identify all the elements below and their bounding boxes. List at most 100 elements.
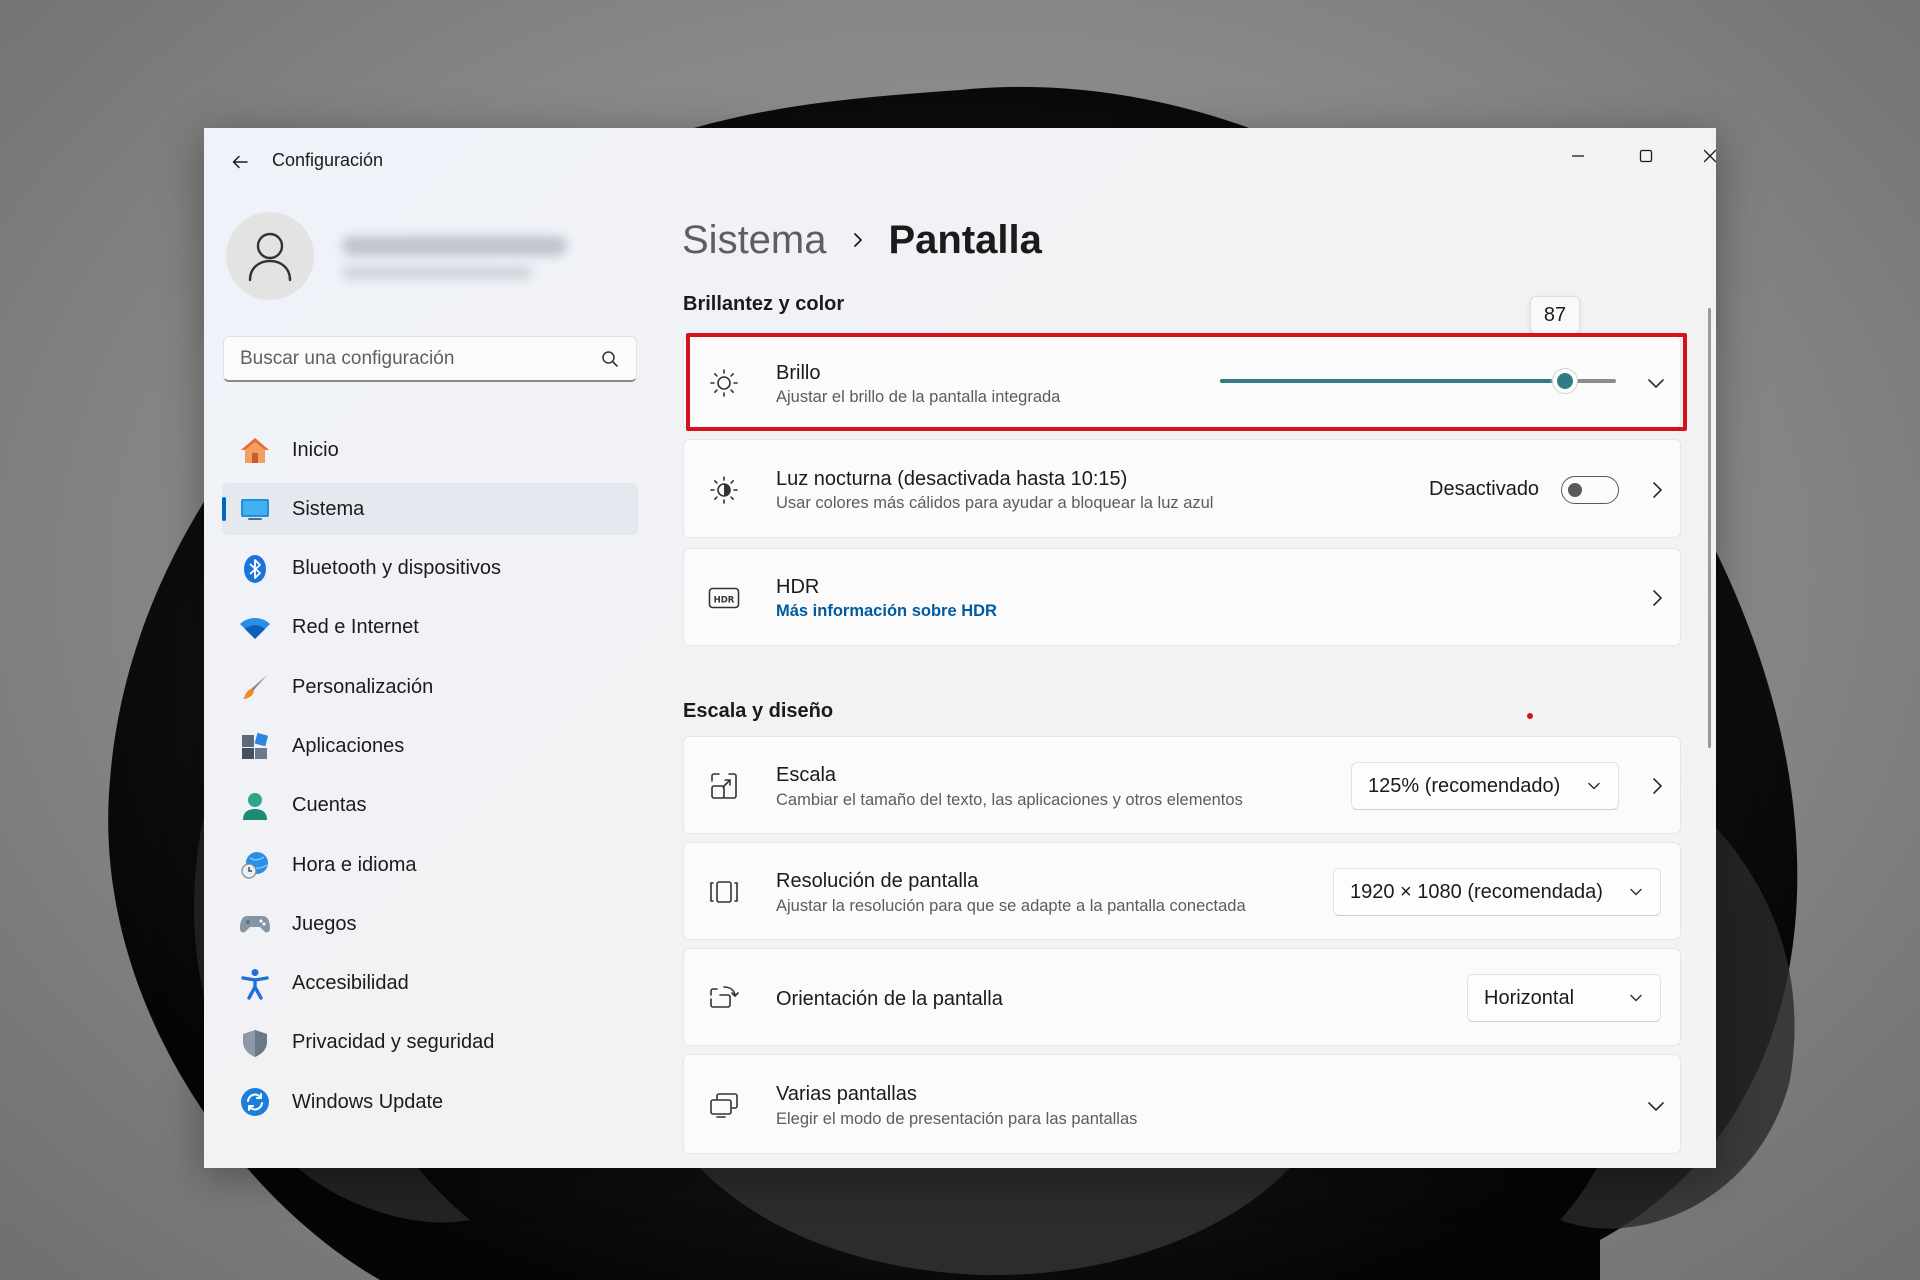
user-name-redacted [342, 236, 567, 256]
multi-display-title: Varias pantallas [776, 1083, 917, 1105]
sidebar-item-sistema[interactable]: Sistema [222, 483, 638, 536]
resolution-dropdown[interactable]: 1920 × 1080 (recomendada) [1333, 868, 1661, 916]
sidebar-item-accesibilidad[interactable]: Accesibilidad [222, 958, 638, 1010]
chevron-down-icon [1626, 882, 1646, 902]
maximize-button[interactable] [1618, 136, 1674, 176]
minimize-icon [1572, 155, 1584, 157]
settings-window: Configuración Inicio [204, 128, 1716, 1168]
home-icon [238, 433, 272, 467]
scale-icon [706, 768, 742, 804]
brightness-subtitle: Ajustar el brillo de la pantalla integra… [776, 388, 1061, 406]
scale-card[interactable]: Escala Cambiar el tamaño del texto, las … [683, 736, 1681, 834]
brush-icon [238, 670, 272, 704]
resolution-card: Resolución de pantalla Ajustar la resolu… [683, 842, 1681, 940]
sidebar-item-bluetooth[interactable]: Bluetooth y dispositivos [222, 543, 638, 595]
slider-value-tooltip: 87 [1530, 296, 1580, 334]
chevron-down-icon [1626, 988, 1646, 1008]
orientation-card: Orientación de la pantalla Horizontal [683, 948, 1681, 1046]
section-title-scale: Escala y diseño [683, 700, 834, 722]
night-light-toggle[interactable] [1561, 476, 1619, 504]
search-box [223, 336, 637, 382]
night-light-icon [706, 472, 742, 508]
multi-display-icon [706, 1087, 742, 1123]
night-light-title: Luz nocturna (desactivada hasta 10:15) [776, 468, 1128, 490]
resolution-dropdown-value: 1920 × 1080 (recomendada) [1350, 881, 1603, 903]
cursor-dot [1527, 713, 1533, 719]
time-language-icon [238, 848, 272, 882]
user-profile[interactable] [222, 208, 642, 308]
orientation-dropdown-value: Horizontal [1484, 987, 1575, 1009]
chevron-right-icon[interactable] [1645, 774, 1669, 798]
accessibility-icon [238, 967, 272, 1001]
sidebar-nav: Inicio Sistema Bluetooth y dispositivos … [222, 424, 638, 1136]
brightness-slider-thumb[interactable] [1553, 369, 1577, 393]
scale-dropdown[interactable]: 125% (recomendado) [1351, 762, 1619, 810]
svg-text:HDR: HDR [714, 596, 735, 606]
section-title-brightness: Brillantez y color [683, 293, 845, 315]
chevron-right-icon[interactable] [1645, 586, 1669, 610]
brightness-slider[interactable] [1220, 369, 1616, 393]
search-icon[interactable] [600, 349, 620, 369]
multi-display-subtitle: Elegir el modo de presentación para las … [776, 1110, 1138, 1128]
hdr-title: HDR [776, 576, 820, 598]
scrollbar[interactable] [1708, 308, 1711, 748]
user-email-redacted [342, 266, 532, 280]
system-icon [238, 492, 272, 526]
sidebar-item-windows-update[interactable]: Windows Update [222, 1076, 638, 1128]
chevron-down-icon [1584, 776, 1604, 796]
shield-icon [238, 1026, 272, 1060]
sidebar-item-inicio[interactable]: Inicio [222, 424, 638, 476]
back-button[interactable] [220, 146, 260, 178]
scale-dropdown-value: 125% (recomendado) [1368, 775, 1561, 797]
title-bar: Configuración [204, 128, 1716, 196]
sun-icon [706, 365, 742, 401]
chevron-down-icon[interactable] [1644, 1094, 1668, 1118]
hdr-icon: HDR [706, 580, 742, 616]
search-input[interactable] [238, 337, 582, 381]
scale-title: Escala [776, 764, 837, 786]
scale-subtitle: Cambiar el tamaño del texto, las aplicac… [776, 791, 1243, 809]
orientation-dropdown[interactable]: Horizontal [1467, 974, 1661, 1022]
resolution-title: Resolución de pantalla [776, 870, 979, 892]
minimize-button[interactable] [1550, 136, 1606, 176]
orientation-icon [706, 980, 742, 1016]
gamepad-icon [238, 907, 272, 941]
chevron-right-icon[interactable] [1645, 478, 1669, 502]
maximize-icon [1639, 149, 1653, 163]
chevron-down-icon[interactable] [1644, 371, 1668, 395]
toggle-knob [1568, 482, 1582, 497]
brightness-title: Brillo [776, 362, 821, 384]
user-icon [248, 232, 292, 282]
sidebar-item-hora[interactable]: Hora e idioma [222, 839, 638, 891]
resolution-icon [706, 874, 742, 910]
night-light-subtitle: Usar colores más cálidos para ayudar a b… [776, 494, 1214, 512]
sidebar-item-red[interactable]: Red e Internet [222, 602, 638, 654]
orientation-title: Orientación de la pantalla [776, 988, 1003, 1010]
brightness-slider-fill [1220, 379, 1551, 383]
avatar [226, 212, 314, 300]
sidebar-item-privacidad[interactable]: Privacidad y seguridad [222, 1017, 638, 1069]
close-button[interactable] [1682, 136, 1716, 176]
app-title: Configuración [272, 150, 384, 170]
night-light-card[interactable]: Luz nocturna (desactivada hasta 10:15) U… [683, 439, 1681, 538]
arrow-left-icon [232, 155, 248, 169]
hdr-info-link[interactable]: Más información sobre HDR [776, 602, 997, 621]
sidebar-item-cuentas[interactable]: Cuentas [222, 780, 638, 832]
sidebar-item-aplicaciones[interactable]: Aplicaciones [222, 720, 638, 772]
chevron-right-icon [851, 230, 865, 250]
multi-display-card[interactable]: Varias pantallas Elegir el modo de prese… [683, 1054, 1681, 1154]
wifi-icon [238, 611, 272, 645]
breadcrumb-parent[interactable]: Sistema [682, 218, 827, 263]
hdr-card[interactable]: HDR HDR Más información sobre HDR [683, 548, 1681, 646]
breadcrumb: Sistema Pantalla [682, 210, 1042, 270]
page-title: Pantalla [888, 217, 1042, 262]
resolution-subtitle: Ajustar la resolución para que se adapte… [776, 897, 1246, 915]
accounts-icon [238, 789, 272, 823]
close-icon [1703, 149, 1716, 163]
night-light-state: Desactivado [1429, 478, 1540, 500]
bluetooth-icon [238, 552, 272, 586]
apps-icon [238, 729, 272, 763]
update-icon [238, 1085, 272, 1119]
sidebar-item-juegos[interactable]: Juegos [222, 898, 638, 950]
sidebar-item-personalizacion[interactable]: Personalización [222, 661, 638, 713]
